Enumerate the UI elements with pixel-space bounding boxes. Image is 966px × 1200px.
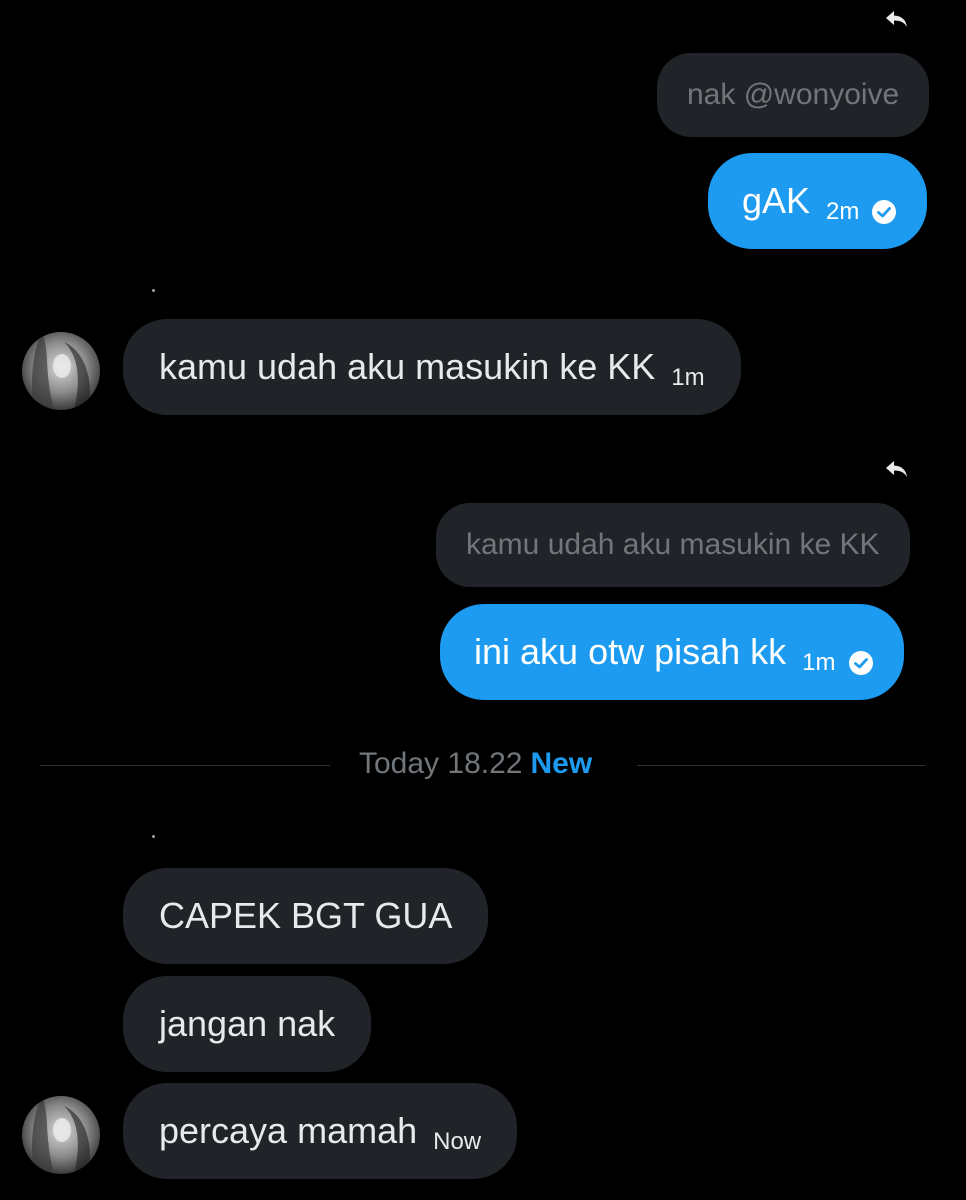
- avatar[interactable]: [22, 332, 100, 410]
- divider-line-right: [637, 765, 925, 766]
- check-circle-icon: [848, 651, 873, 675]
- outgoing-message[interactable]: gAK 2m: [708, 153, 928, 249]
- message-text: ini aku otw pisah kk: [474, 631, 787, 672]
- quoted-message[interactable]: kamu udah aku masukin ke KK: [436, 503, 910, 587]
- message-timestamp: 1m: [802, 649, 836, 676]
- quoted-message[interactable]: nak @wonyoive: [657, 53, 930, 137]
- divider-line-left: [40, 765, 330, 766]
- outgoing-message[interactable]: ini aku otw pisah kk 1m: [440, 604, 904, 700]
- incoming-message[interactable]: percaya mamah Now: [123, 1083, 518, 1179]
- sender-dot: [152, 289, 155, 292]
- new-label: New: [530, 747, 593, 780]
- reply-icon[interactable]: [884, 458, 910, 480]
- message-timestamp: Now: [433, 1128, 482, 1155]
- divider-date: Today 18.22: [359, 747, 523, 780]
- new-messages-divider: Today 18.22 New: [359, 747, 592, 781]
- incoming-message[interactable]: jangan nak: [123, 976, 372, 1072]
- message-text: percaya mamah: [159, 1110, 418, 1151]
- incoming-message[interactable]: CAPEK BGT GUA: [123, 868, 489, 964]
- message-timestamp: 1m: [671, 364, 705, 391]
- message-text: jangan nak: [159, 1003, 336, 1044]
- avatar[interactable]: [22, 1096, 100, 1174]
- sender-dot: [152, 835, 155, 838]
- reply-icon[interactable]: [884, 8, 910, 30]
- message-timestamp: 2m: [826, 198, 860, 225]
- message-text: CAPEK BGT GUA: [159, 895, 453, 936]
- check-circle-icon: [872, 200, 897, 224]
- message-text: gAK: [742, 180, 811, 221]
- incoming-message[interactable]: kamu udah aku masukin ke KK 1m: [123, 319, 741, 415]
- message-text: kamu udah aku masukin ke KK: [159, 346, 656, 387]
